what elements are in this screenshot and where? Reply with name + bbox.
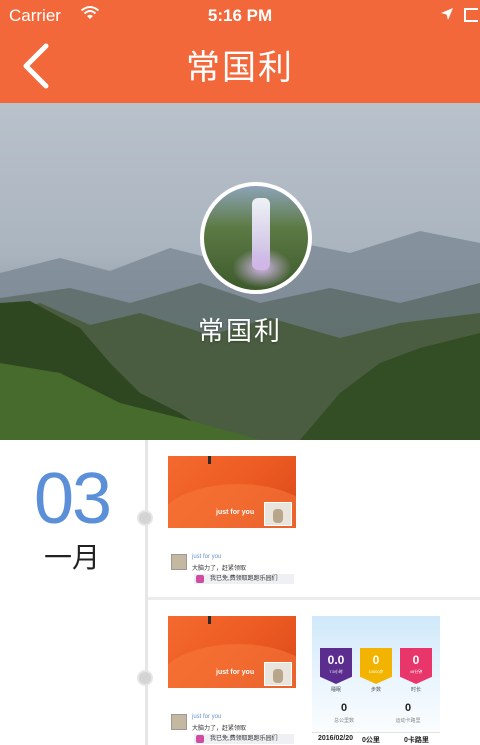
entry-tag[interactable]: 我已免,费领取跑跑乐园们	[194, 574, 294, 584]
badge-value: 0.0	[327, 653, 345, 667]
entry-tag-text: 我已免,费领取跑跑乐园们	[210, 576, 278, 582]
nav-title: 常国利	[186, 48, 294, 88]
date-day: 03	[33, 459, 112, 539]
image-caption: just for you	[216, 509, 255, 516]
profile-name: 常国利	[197, 317, 282, 347]
badge-sub: 10000步	[368, 669, 384, 674]
avatar	[171, 554, 187, 570]
app-icon	[196, 735, 204, 743]
top-bar: Carrier 5:16 PM 常国利	[0, 0, 480, 103]
total-label: 运动卡路里	[395, 718, 421, 724]
location-arrow-icon	[440, 6, 454, 26]
total-value: 0	[340, 702, 348, 714]
badge-value: 0	[372, 653, 380, 667]
image-caption: just for you	[216, 669, 255, 676]
badge-sub: 7.5小时	[329, 669, 343, 674]
timeline-dot	[137, 510, 153, 526]
entry-tag-text: 我已免,费领取跑跑乐园们	[210, 736, 278, 742]
entry-text: 大脑力了，赶紧领取	[192, 566, 247, 572]
badge-label: 步数	[370, 687, 381, 693]
status-bar: Carrier 5:16 PM	[0, 0, 480, 32]
entry-image[interactable]: just for you	[168, 616, 296, 688]
entry-image[interactable]: just for you	[168, 456, 296, 528]
footer-calories: 0卡路里	[404, 737, 429, 744]
entry-text: 大脑力了，赶紧领取	[192, 726, 247, 732]
profile-avatar[interactable]	[200, 182, 312, 294]
footer-date: 2016/02/20	[318, 735, 354, 742]
entry-user[interactable]: just for you	[192, 714, 221, 720]
duration-badge: 0 48分钟	[400, 648, 432, 684]
total-value: 0	[404, 702, 412, 714]
image-thumbnail	[264, 502, 292, 526]
avatar	[171, 714, 187, 730]
badge-label: 睡眠	[330, 687, 341, 693]
steps-badge: 0 10000步	[360, 648, 392, 684]
stats-card[interactable]: 0.0 7.5小时 0 10000步 0 48分钟 睡眠 步数 时长 0 0 总…	[312, 616, 440, 745]
badge-sub: 48分钟	[409, 669, 423, 674]
sleep-badge: 0.0 7.5小时	[320, 648, 352, 684]
total-label: 总公里数	[333, 718, 354, 724]
status-time: 5:16 PM	[207, 6, 273, 25]
entry-user[interactable]: just for you	[192, 554, 221, 560]
date-month: 一月	[43, 541, 100, 574]
timeline: 03 一月 just for you just for you 大脑力了，赶紧领…	[0, 440, 480, 745]
badge-label: 时长	[410, 687, 421, 693]
entry-tag[interactable]: 我已免,费领取跑跑乐园们	[194, 734, 294, 744]
entry-divider	[148, 597, 480, 600]
badge-value: 0	[412, 653, 420, 667]
profile-banner: 常国利	[0, 103, 480, 440]
image-thumbnail	[264, 662, 292, 686]
stats-footer: 2016/02/20 0公里 0卡路里	[312, 732, 440, 745]
timeline-line	[145, 440, 148, 745]
timeline-dot	[137, 670, 153, 686]
footer-distance: 0公里	[362, 737, 380, 744]
app-icon	[196, 575, 204, 583]
battery-icon	[464, 8, 478, 22]
